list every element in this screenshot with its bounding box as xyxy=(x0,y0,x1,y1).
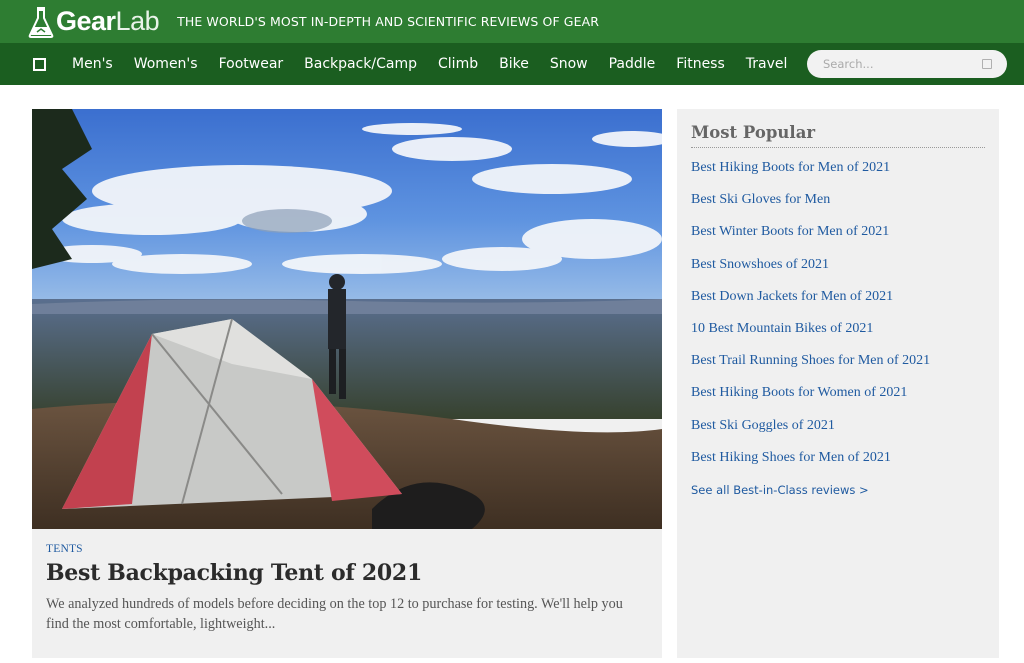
popular-link[interactable]: Best Ski Gloves for Men xyxy=(691,192,930,224)
most-popular-heading: Most Popular xyxy=(691,123,816,142)
site-tagline: THE WORLD'S MOST IN-DEPTH AND SCIENTIFIC… xyxy=(177,14,600,29)
nav-items: Men's Women's Footwear Backpack/Camp Cli… xyxy=(72,56,808,72)
search-input[interactable] xyxy=(821,56,971,72)
popular-link[interactable]: Best Trail Running Shoes for Men of 2021 xyxy=(691,353,930,385)
gearlab-logo[interactable]: Gear Lab xyxy=(28,0,160,43)
popular-link[interactable]: Best Hiking Boots for Men of 2021 xyxy=(691,160,930,192)
see-all-reviews-link[interactable]: See all Best-in-Class reviews > xyxy=(691,483,869,497)
popular-link[interactable]: Best Down Jackets for Men of 2021 xyxy=(691,289,930,321)
nav-item-bike[interactable]: Bike xyxy=(499,56,529,72)
nav-item-snow[interactable]: Snow xyxy=(550,56,588,72)
nav-item-climb[interactable]: Climb xyxy=(438,56,478,72)
logo-gear-text: Gear xyxy=(56,6,116,36)
main-nav: Men's Women's Footwear Backpack/Camp Cli… xyxy=(0,43,1024,85)
popular-link[interactable]: Best Ski Goggles of 2021 xyxy=(691,418,930,450)
popular-link[interactable]: Best Snowshoes of 2021 xyxy=(691,257,930,289)
popular-link[interactable]: Best Hiking Boots for Women of 2021 xyxy=(691,385,930,417)
popular-link[interactable]: Best Hiking Shoes for Men of 2021 xyxy=(691,450,930,482)
most-popular-list: Best Hiking Boots for Men of 2021 Best S… xyxy=(691,160,930,482)
nav-item-womens[interactable]: Women's xyxy=(134,56,198,72)
article-description: We analyzed hundreds of models before de… xyxy=(46,596,623,632)
nav-item-footwear[interactable]: Footwear xyxy=(219,56,284,72)
top-banner: Gear Lab THE WORLD'S MOST IN-DEPTH AND SC… xyxy=(0,0,1024,43)
nav-item-paddle[interactable]: Paddle xyxy=(609,56,656,72)
hero-image-tent-on-ridge[interactable] xyxy=(32,109,662,529)
nav-item-backpack-camp[interactable]: Backpack/Camp xyxy=(304,56,417,72)
most-popular-panel: Most Popular Best Hiking Boots for Men o… xyxy=(677,109,999,658)
menu-square-icon[interactable] xyxy=(33,57,46,71)
search-submit-icon[interactable] xyxy=(982,59,992,69)
nav-item-mens[interactable]: Men's xyxy=(72,56,113,72)
search-box xyxy=(807,50,1007,78)
featured-article-card[interactable]: TENTS Best Backpacking Tent of 2021 We a… xyxy=(32,109,662,658)
article-category[interactable]: TENTS xyxy=(46,543,83,555)
popular-link[interactable]: Best Winter Boots for Men of 2021 xyxy=(691,224,930,256)
heading-divider xyxy=(691,147,985,148)
nav-item-travel[interactable]: Travel xyxy=(746,56,788,72)
flask-logo-icon xyxy=(28,6,54,38)
popular-link[interactable]: 10 Best Mountain Bikes of 2021 xyxy=(691,321,930,353)
logo-lab-text: Lab xyxy=(115,6,160,36)
nav-item-fitness[interactable]: Fitness xyxy=(676,56,725,72)
article-title[interactable]: Best Backpacking Tent of 2021 xyxy=(46,560,422,586)
